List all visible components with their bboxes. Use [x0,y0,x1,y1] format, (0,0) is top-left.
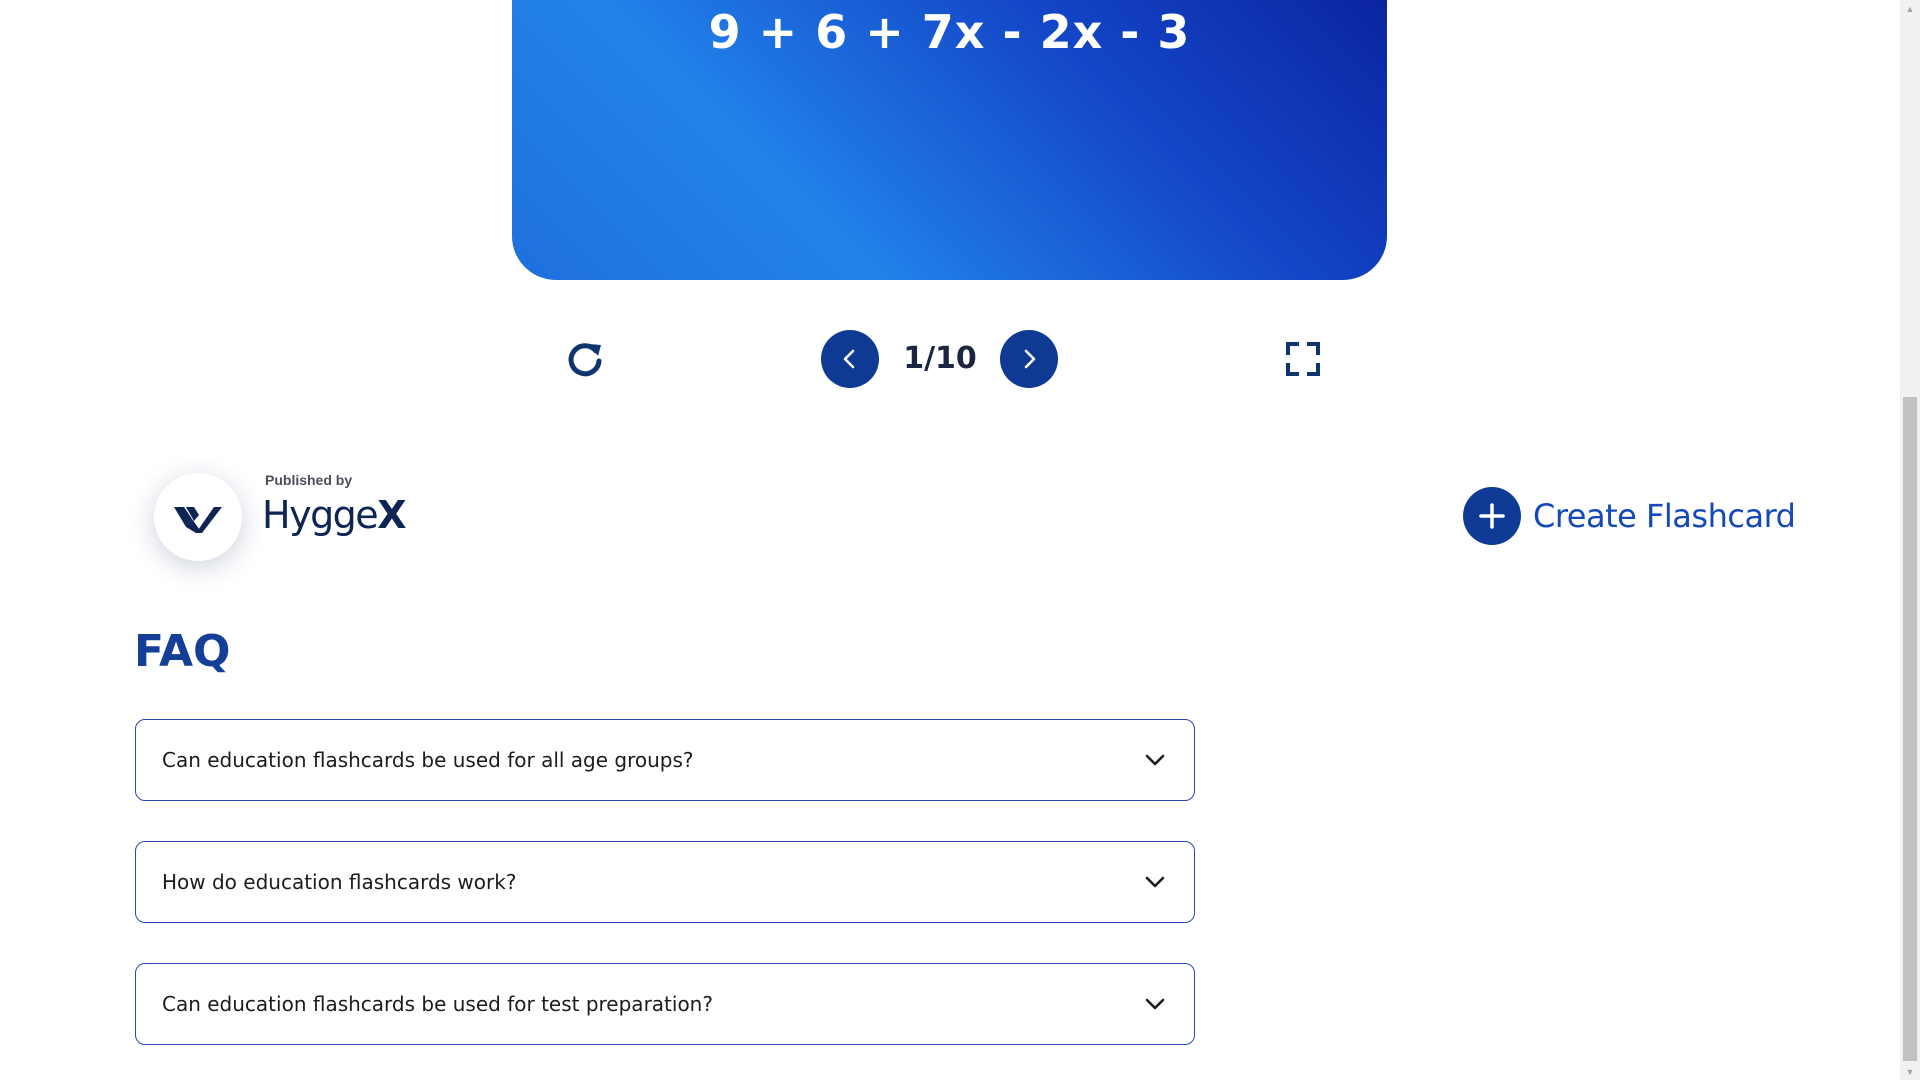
refresh-icon [568,343,602,377]
faq-question: Can education flashcards be used for tes… [162,992,713,1016]
page-viewport: 9 + 6 + 7x - 2x - 3 1/10 Published by Hy… [0,0,1900,1080]
faq-question: Can education flashcards be used for all… [162,748,694,772]
faq-item-age-groups[interactable]: Can education flashcards be used for all… [135,719,1195,801]
chevron-left-icon [843,349,855,369]
flashcard[interactable]: 9 + 6 + 7x - 2x - 3 [512,0,1387,280]
scroll-up-arrow[interactable]: ▲ [1900,0,1920,17]
next-card-button[interactable] [1000,330,1058,388]
card-counter: 1/10 [903,341,977,376]
publisher-block: Published by HyggeX [134,455,434,585]
chevron-right-icon [1024,349,1036,369]
chevron-down-icon [1142,747,1168,773]
previous-card-button[interactable] [821,330,879,388]
chevron-down-icon [1142,991,1168,1017]
flashcard-front-text: 9 + 6 + 7x - 2x - 3 [708,5,1191,59]
faq-question: How do education flashcards work? [162,870,517,894]
plus-icon [1463,487,1521,545]
scroll-thumb[interactable] [1903,397,1917,1061]
refresh-button[interactable] [563,337,607,381]
vertical-scrollbar[interactable]: ▲ ▼ [1900,0,1920,1080]
publisher-name[interactable]: HyggeX [262,493,406,537]
chevron-down-icon [1142,869,1168,895]
publisher-name-suffix: X [377,493,406,537]
create-flashcard-label: Create Flashcard [1533,497,1796,535]
hyggex-logo[interactable] [154,473,242,561]
fullscreen-button[interactable] [1283,337,1323,381]
fullscreen-icon [1286,342,1320,376]
faq-item-test-prep[interactable]: Can education flashcards be used for tes… [135,963,1195,1045]
hyggex-logo-icon [174,507,222,533]
scroll-down-arrow[interactable]: ▼ [1900,1063,1920,1080]
create-flashcard-button[interactable]: Create Flashcard [1463,487,1796,545]
faq-item-how-work[interactable]: How do education flashcards work? [135,841,1195,923]
faq-title: FAQ [134,626,231,677]
publisher-name-prefix: Hygge [262,493,379,537]
published-by-label: Published by [265,472,353,488]
